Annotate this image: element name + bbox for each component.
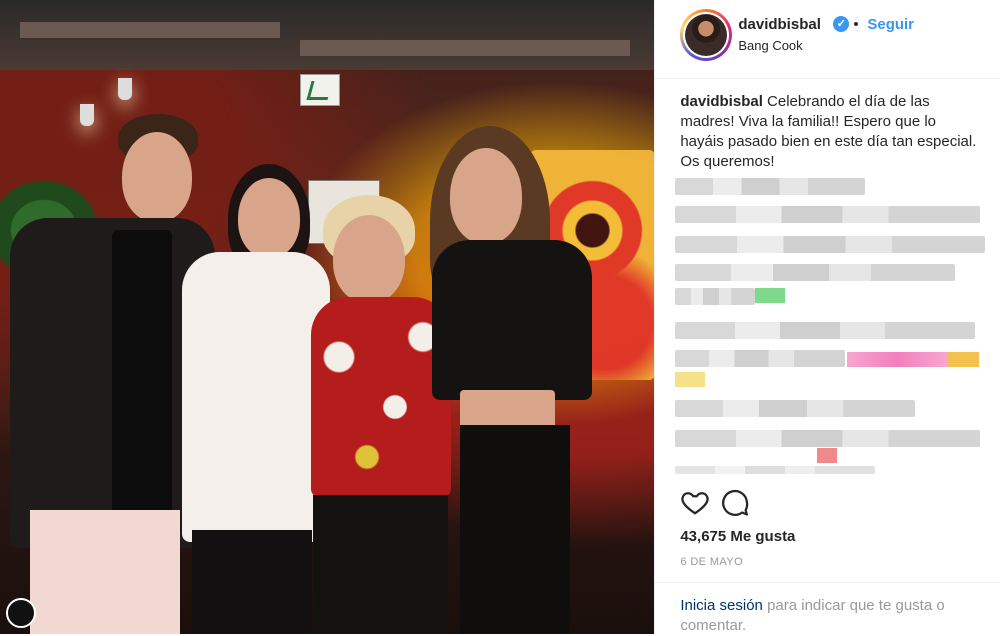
post-header: davidbisbal ✓ • Seguir Bang Cook [655, 0, 1000, 79]
blurred-comment [675, 322, 976, 339]
comment-bubble-icon[interactable] [720, 487, 750, 517]
blurred-comment [675, 178, 866, 195]
blurred-comment [675, 400, 916, 417]
instagram-post: davidbisbal ✓ • Seguir Bang Cook davidbi… [0, 0, 1000, 634]
photo-person-black-top [420, 120, 595, 634]
post-photo[interactable] [0, 0, 655, 634]
photo-beam [300, 40, 630, 56]
blurred-emoji [817, 448, 838, 463]
blurred-comment [675, 264, 956, 281]
photo-exit-sign [300, 74, 340, 106]
blurred-comment [675, 350, 846, 367]
heart-outline-icon[interactable] [680, 487, 710, 517]
blurred-comment [675, 288, 756, 305]
likes-count[interactable]: 43,675 Me gusta [680, 528, 795, 545]
photo-tagged-user-icon[interactable] [6, 598, 36, 628]
blurred-emoji [675, 372, 706, 387]
photo-lamp [118, 78, 132, 100]
avatar-image [685, 14, 728, 56]
follow-button[interactable]: Seguir [867, 16, 914, 33]
photo-beam [20, 22, 280, 38]
login-prompt: Inicia sesión para indicar que te gusta … [680, 596, 980, 636]
blurred-emoji [755, 288, 786, 303]
separator-dot: • [853, 16, 859, 33]
blurred-comment [675, 430, 981, 447]
divider [655, 582, 1000, 583]
location-link[interactable]: Bang Cook [738, 38, 802, 53]
verified-badge-icon: ✓ [833, 16, 850, 32]
login-link[interactable]: Inicia sesión [680, 597, 763, 614]
blurred-comment [675, 236, 986, 253]
blurred-comment [675, 206, 981, 223]
avatar [683, 12, 730, 58]
post-side-panel: davidbisbal ✓ • Seguir Bang Cook davidbi… [654, 0, 1000, 634]
username-link[interactable]: davidbisbal [738, 16, 821, 33]
blurred-emoji [947, 352, 980, 367]
blurred-comment [675, 466, 876, 474]
blurred-emoji [847, 352, 948, 367]
story-ring[interactable] [680, 9, 733, 61]
caption-username-link[interactable]: davidbisbal [680, 93, 763, 110]
post-date[interactable]: 6 DE MAYO [680, 556, 743, 568]
post-caption: davidbisbal Celebrando el día de las mad… [680, 92, 980, 172]
